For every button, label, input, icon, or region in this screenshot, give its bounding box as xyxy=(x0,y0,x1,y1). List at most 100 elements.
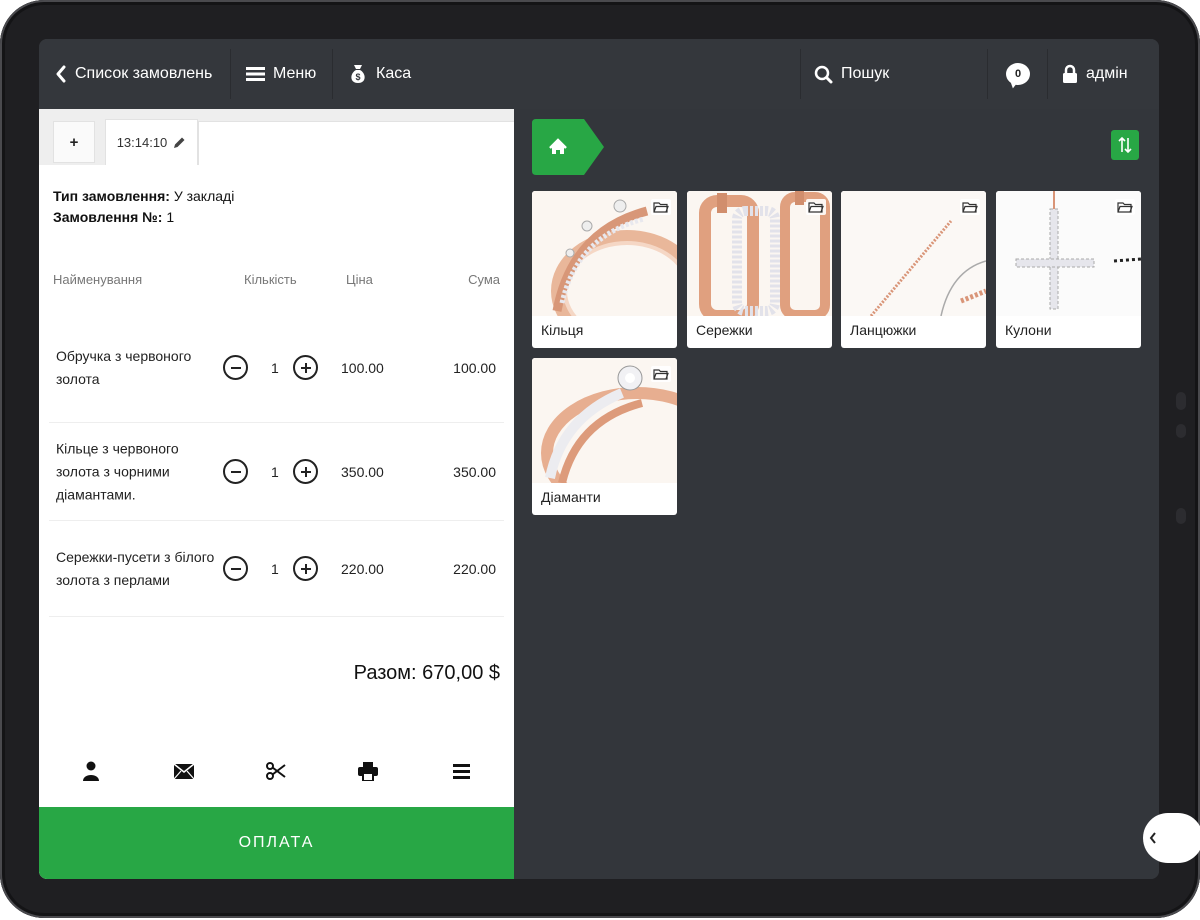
order-item-row[interactable]: Кільце з червоного золота з чорними діам… xyxy=(49,423,504,521)
order-item-row[interactable]: Обручка з червоного золота 1 100.00 100.… xyxy=(49,313,504,423)
notifications-count: 0 xyxy=(1014,68,1022,80)
cash-label: Каса xyxy=(376,65,412,82)
divider xyxy=(1047,49,1048,99)
category-label: Сережки xyxy=(696,322,753,338)
email-button[interactable] xyxy=(164,751,204,791)
minus-icon xyxy=(230,366,241,369)
category-label: Кулони xyxy=(1005,322,1052,338)
notifications-button[interactable]: 0 xyxy=(1006,39,1030,109)
column-header-name: Найменування xyxy=(53,272,143,287)
category-card-rings[interactable]: Кільця xyxy=(532,191,677,348)
home-breadcrumb-shape xyxy=(532,119,604,175)
order-item-sum: 100.00 xyxy=(453,359,496,376)
folder-icon xyxy=(806,199,826,215)
plus-icon xyxy=(300,362,311,373)
search-button[interactable]: Пошук xyxy=(814,39,889,109)
column-header-qty: Кількість xyxy=(244,272,297,287)
minus-icon xyxy=(230,470,241,473)
order-item-price: 100.00 xyxy=(341,359,384,376)
envelope-icon xyxy=(174,763,194,779)
plus-label: + xyxy=(69,133,79,151)
cash-button[interactable]: $ Каса xyxy=(348,39,411,109)
order-item-name: Обручка з червоного золота xyxy=(56,347,192,387)
search-icon xyxy=(814,65,833,83)
divider xyxy=(800,49,801,99)
folder-icon xyxy=(960,199,980,215)
increase-qty-button[interactable] xyxy=(293,355,318,380)
folder-icon xyxy=(651,199,671,215)
pay-label: ОПЛАТА xyxy=(238,834,315,851)
pay-button[interactable]: ОПЛАТА xyxy=(39,807,514,879)
order-item-name: Сережки-пусети з білого золота з перлами xyxy=(56,548,215,588)
column-header-price: Ціна xyxy=(346,272,373,287)
order-tabs: + 13:14:10 xyxy=(39,109,514,165)
decrease-qty-button[interactable] xyxy=(223,459,248,484)
sort-button[interactable] xyxy=(1111,130,1139,160)
search-label: Пошук xyxy=(841,65,890,82)
pencil-icon[interactable] xyxy=(173,136,186,149)
category-label: Кільця xyxy=(541,322,584,338)
order-number-value: 1 xyxy=(166,209,175,225)
orders-list-button[interactable]: Список замовлень xyxy=(55,39,212,109)
side-panel-toggle[interactable] xyxy=(1143,813,1200,863)
app-screen: Список замовлень Меню $ Каса Пошук 0 адм… xyxy=(39,39,1159,879)
tablet-frame: Список замовлень Меню $ Каса Пошук 0 адм… xyxy=(0,0,1200,918)
order-item-qty: 1 xyxy=(271,463,279,480)
printer-icon xyxy=(358,761,378,781)
order-item-price: 220.00 xyxy=(341,560,384,577)
decrease-qty-button[interactable] xyxy=(223,355,248,380)
money-bag-icon: $ xyxy=(351,65,365,83)
decrease-qty-button[interactable] xyxy=(223,556,248,581)
increase-qty-button[interactable] xyxy=(293,459,318,484)
list-icon xyxy=(452,763,470,779)
order-number-label: Замовлення №: xyxy=(53,209,163,225)
user-label: адмін xyxy=(1086,65,1128,82)
category-label: Діаманти xyxy=(541,489,601,505)
orders-list-label: Список замовлень xyxy=(75,65,213,82)
plus-icon xyxy=(300,466,311,477)
hamburger-icon xyxy=(246,67,265,81)
folder-icon xyxy=(651,366,671,382)
menu-label: Меню xyxy=(273,65,317,82)
sort-arrows-icon xyxy=(1118,136,1132,154)
user-icon xyxy=(83,761,99,781)
order-item-row[interactable]: Сережки-пусети з білого золота з перлами… xyxy=(49,521,504,617)
order-total: Разом: 670,00 $ xyxy=(353,662,500,684)
device-button xyxy=(1176,508,1186,524)
customer-button[interactable] xyxy=(71,751,111,791)
catalog-panel: Кільця Сережки Ланцюжки Кулони Діаманти xyxy=(514,109,1159,879)
increase-qty-button[interactable] xyxy=(293,556,318,581)
category-card-chains[interactable]: Ланцюжки xyxy=(841,191,986,348)
order-tab-active[interactable]: 13:14:10 xyxy=(105,119,198,165)
divider xyxy=(332,49,333,99)
svg-text:$: $ xyxy=(355,72,360,82)
user-menu-button[interactable]: адмін xyxy=(1062,39,1128,109)
order-item-sum: 350.00 xyxy=(453,463,496,480)
order-item-sum: 220.00 xyxy=(453,560,496,577)
order-item-qty: 1 xyxy=(271,359,279,376)
category-label: Ланцюжки xyxy=(850,322,917,338)
print-button[interactable] xyxy=(348,751,388,791)
menu-button[interactable]: Меню xyxy=(246,39,316,109)
order-number: Замовлення №: 1 xyxy=(53,209,174,225)
order-item-qty: 1 xyxy=(271,560,279,577)
device-button xyxy=(1176,424,1186,438)
top-bar: Список замовлень Меню $ Каса Пошук 0 адм… xyxy=(39,39,1159,109)
category-card-earrings[interactable]: Сережки xyxy=(687,191,832,348)
split-order-button[interactable] xyxy=(256,751,296,791)
home-breadcrumb-button[interactable] xyxy=(532,119,606,175)
new-order-tab-button[interactable]: + xyxy=(53,121,95,163)
plus-icon xyxy=(300,563,311,574)
category-card-pendants[interactable]: Кулони xyxy=(996,191,1141,348)
category-card-diamonds[interactable]: Діаманти xyxy=(532,358,677,515)
order-tab-time: 13:14:10 xyxy=(116,135,168,150)
folder-icon xyxy=(1115,199,1135,215)
more-options-button[interactable] xyxy=(441,751,481,791)
divider xyxy=(987,49,988,99)
minus-icon xyxy=(230,567,241,570)
device-button xyxy=(1176,392,1186,410)
order-item-name: Кільце з червоного золота з чорними діам… xyxy=(56,440,179,502)
divider xyxy=(230,49,231,99)
chat-bubble-icon: 0 xyxy=(1006,63,1030,85)
order-actions xyxy=(39,751,514,791)
